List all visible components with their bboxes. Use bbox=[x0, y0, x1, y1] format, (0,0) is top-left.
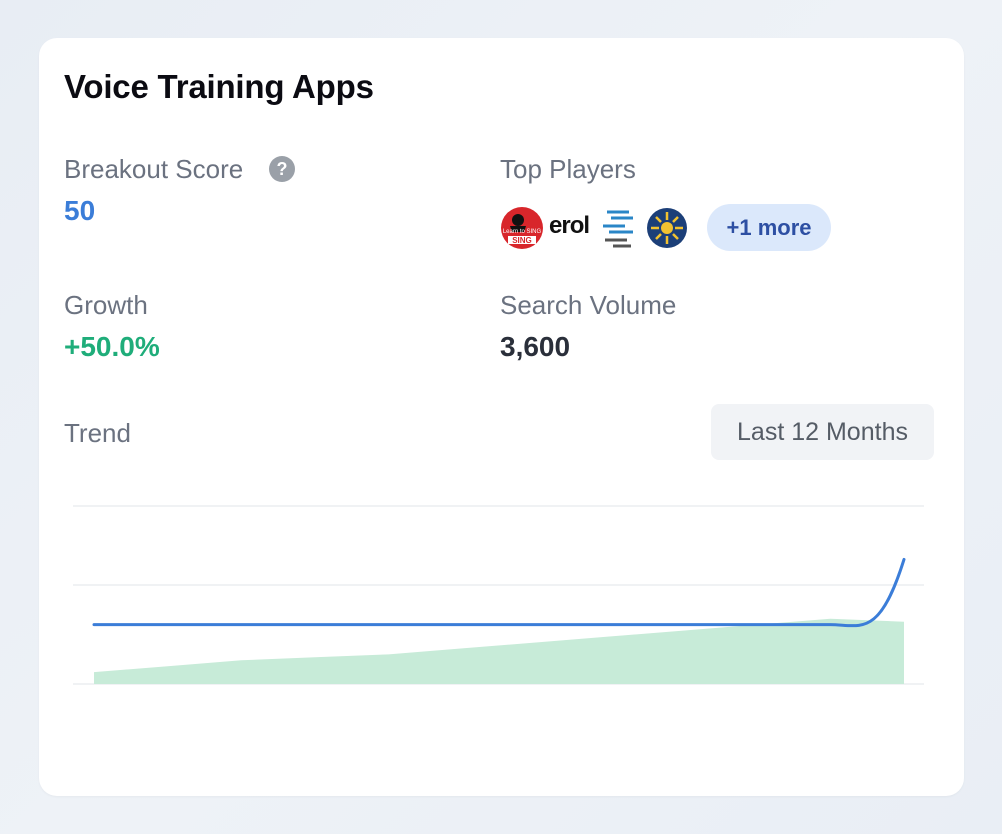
svg-text:SING: SING bbox=[512, 236, 532, 245]
trend-label: Trend bbox=[64, 418, 131, 448]
erol-logo[interactable]: erol bbox=[549, 212, 590, 240]
growth-value: +50.0% bbox=[64, 331, 160, 362]
sunburst-logo[interactable] bbox=[646, 206, 688, 250]
logo-text-learn: Learn to SING bbox=[503, 229, 542, 235]
top-players-label: Top Players bbox=[500, 154, 636, 184]
search-volume-label: Search Volume bbox=[500, 290, 677, 320]
search-volume-value: 3,600 bbox=[500, 331, 571, 362]
breakout-score-value: 50 bbox=[64, 195, 96, 226]
growth-label: Growth bbox=[64, 290, 148, 320]
stacked-s-logo[interactable] bbox=[599, 206, 639, 250]
learn-to-sing-logo[interactable]: Learn to SING SING bbox=[500, 206, 544, 250]
trend-chart bbox=[73, 505, 924, 685]
more-players-button[interactable]: +1 more bbox=[707, 204, 831, 251]
time-range-dropdown[interactable]: Last 12 Months bbox=[711, 404, 934, 460]
breakout-score-label: Breakout Score bbox=[64, 154, 244, 184]
trend-card: Voice Training Apps Breakout Score ? 50 … bbox=[39, 38, 964, 796]
line-series bbox=[92, 557, 906, 628]
card-title: Voice Training Apps bbox=[64, 68, 374, 105]
area-series bbox=[94, 618, 904, 684]
help-icon[interactable]: ? bbox=[269, 156, 295, 182]
